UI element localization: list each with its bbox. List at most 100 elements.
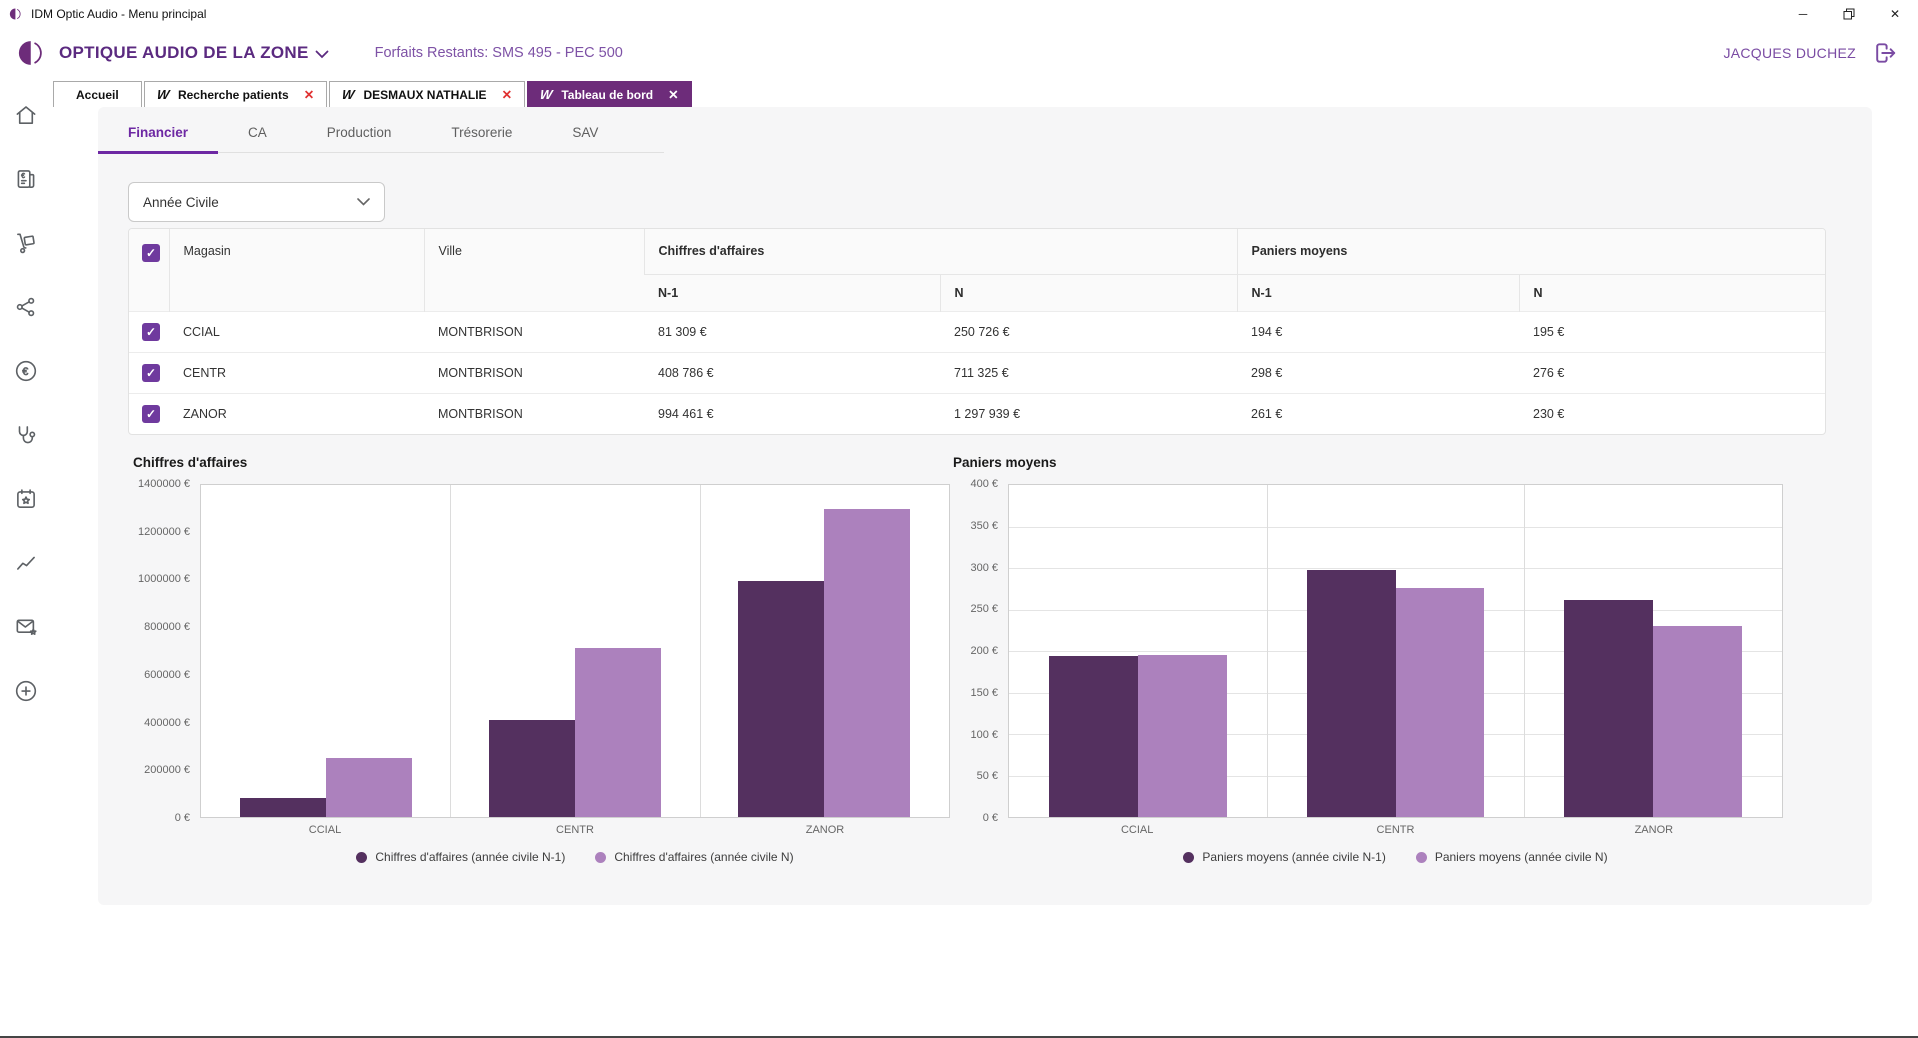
logout-button[interactable]: [1870, 38, 1900, 68]
x-axis-labels: CCIALCENTRZANOR: [943, 824, 1783, 836]
close-tab-icon[interactable]: ✕: [502, 87, 512, 102]
table-row: ✓ CCIAL MONTBRISON 81 309 € 250 726 € 19…: [129, 311, 1826, 352]
forfaits-restants-info: Forfaits Restants: SMS 495 - PEC 500: [375, 45, 623, 61]
cell-pm-n: 276 €: [1519, 352, 1826, 393]
legend-item: Chiffres d'affaires (année civile N): [595, 850, 793, 864]
x-axis-label: CCIAL: [200, 824, 450, 836]
x-axis-label: CCIAL: [1008, 824, 1266, 836]
sidebar-item-finance[interactable]: €: [12, 358, 40, 384]
sidebar-item-share[interactable]: [12, 294, 40, 320]
tab-recherche-patients[interactable]: W Recherche patients ✕: [144, 81, 327, 107]
cell-ville: MONTBRISON: [424, 393, 644, 434]
cell-magasin: CCIAL: [169, 311, 424, 352]
mail-star-icon: [13, 614, 39, 640]
bar: [1653, 626, 1742, 817]
chevron-down-icon: [357, 198, 370, 206]
subtab-tresorerie[interactable]: Trésorerie: [421, 111, 542, 153]
column-header-ville: Ville: [424, 229, 644, 311]
bar: [1564, 600, 1653, 817]
y-axis-label: 50 €: [977, 770, 998, 782]
legend-item: Paniers moyens (année civile N-1): [1183, 850, 1385, 864]
row-checkbox[interactable]: ✓: [142, 323, 160, 341]
chart-legend: Chiffres d'affaires (année civile N-1) Ch…: [123, 850, 950, 864]
legend-label: Chiffres d'affaires (année civile N-1): [375, 850, 565, 864]
tab-desmaux-nathalie[interactable]: W DESMAUX NATHALIE ✕: [329, 81, 525, 107]
y-axis-label: 250 €: [970, 603, 998, 615]
stores-table: ✓ Magasin Ville Chiffres d'affaires Pani…: [128, 228, 1826, 435]
y-axis-label: 100 €: [970, 729, 998, 741]
bar: [1396, 588, 1485, 817]
bar-group-zanor: [1524, 485, 1782, 817]
chart-legend: Paniers moyens (année civile N-1) Paniers…: [943, 850, 1783, 864]
tab-tableau-de-bord[interactable]: W Tableau de bord ✕: [527, 81, 692, 107]
sidebar-item-messages[interactable]: [12, 614, 40, 640]
plot-area: [200, 484, 950, 818]
cell-pm-n1: 261 €: [1237, 393, 1519, 434]
w-icon: W: [156, 87, 170, 102]
bar: [1307, 570, 1396, 817]
subtab-sav[interactable]: SAV: [542, 111, 628, 153]
close-tab-icon[interactable]: ✕: [304, 87, 314, 102]
cell-ca-n: 1 297 939 €: [940, 393, 1237, 434]
close-button[interactable]: ✕: [1872, 0, 1918, 27]
subtab-ca[interactable]: CA: [218, 111, 297, 153]
bar: [1138, 655, 1227, 817]
tab-label: Recherche patients: [178, 88, 289, 102]
invoice-euro-icon: €: [13, 166, 39, 192]
bar: [824, 509, 910, 817]
subtab-financier[interactable]: Financier: [98, 111, 218, 153]
bar-group-ccial: [201, 485, 450, 817]
sidebar-item-invoices[interactable]: €: [12, 166, 40, 192]
chart-title: Chiffres d'affaires: [133, 455, 950, 470]
tab-accueil[interactable]: Accueil: [53, 81, 142, 107]
y-axis-label: 600000 €: [144, 669, 190, 681]
column-header-pm-n: N: [1519, 274, 1826, 311]
sidebar-item-deliveries[interactable]: [12, 230, 40, 256]
cell-ca-n1: 408 786 €: [644, 352, 940, 393]
x-axis-label: ZANOR: [700, 824, 950, 836]
cell-ca-n1: 81 309 €: [644, 311, 940, 352]
app-header: OPTIQUE AUDIO DE LA ZONE Forfaits Restan…: [0, 27, 1918, 79]
app-logo-icon: [9, 7, 23, 21]
sidebar-item-statistics[interactable]: [12, 550, 40, 576]
y-axis-label: 1000000 €: [138, 573, 190, 585]
y-axis-label: 800000 €: [144, 621, 190, 633]
home-icon: [13, 102, 39, 128]
y-axis-label: 150 €: [970, 687, 998, 699]
select-all-checkbox[interactable]: ✓: [142, 244, 160, 262]
current-user-name: JACQUES DUCHEZ: [1723, 45, 1856, 61]
sidebar-item-agenda[interactable]: [12, 486, 40, 512]
chart-chiffres-affaires: Chiffres d'affaires 1400000 €1200000 €10…: [123, 455, 950, 864]
legend-item: Chiffres d'affaires (année civile N-1): [356, 850, 565, 864]
bar: [575, 648, 661, 817]
row-checkbox[interactable]: ✓: [142, 405, 160, 423]
bar: [240, 798, 326, 817]
y-axis-label: 1200000 €: [138, 526, 190, 538]
legend-dot-icon: [1183, 852, 1194, 863]
bar: [326, 758, 412, 817]
svg-text:€: €: [21, 173, 25, 180]
table-row: ✓ CENTR MONTBRISON 408 786 € 711 325 € 2…: [129, 352, 1826, 393]
subtab-production[interactable]: Production: [297, 111, 422, 153]
restore-button[interactable]: [1826, 0, 1872, 27]
window-title: IDM Optic Audio - Menu principal: [31, 7, 206, 21]
cell-pm-n: 195 €: [1519, 311, 1826, 352]
y-axis-label: 200000 €: [144, 764, 190, 776]
sidebar-item-audiology[interactable]: [12, 422, 40, 448]
chart-paniers-moyens: Paniers moyens 400 €350 €300 €250 €200 €…: [943, 455, 1783, 864]
tab-label: Accueil: [76, 88, 119, 102]
table-row: ✓ ZANOR MONTBRISON 994 461 € 1 297 939 €…: [129, 393, 1826, 434]
row-checkbox[interactable]: ✓: [142, 364, 160, 382]
cell-pm-n: 230 €: [1519, 393, 1826, 434]
x-axis-label: CENTR: [1266, 824, 1524, 836]
sidebar-item-home[interactable]: [12, 102, 40, 128]
plot-area: [1008, 484, 1783, 818]
minimize-button[interactable]: ─: [1780, 0, 1826, 27]
dashboard-panel: Financier CA Production Trésorerie SAV A…: [98, 107, 1872, 905]
period-selector[interactable]: Année Civile: [128, 182, 385, 222]
zone-selector[interactable]: OPTIQUE AUDIO DE LA ZONE: [59, 43, 329, 63]
legend-label: Paniers moyens (année civile N): [1435, 850, 1608, 864]
close-tab-icon[interactable]: ✕: [668, 87, 678, 102]
euro-circle-icon: €: [13, 358, 39, 384]
sidebar-item-add[interactable]: [12, 678, 40, 704]
